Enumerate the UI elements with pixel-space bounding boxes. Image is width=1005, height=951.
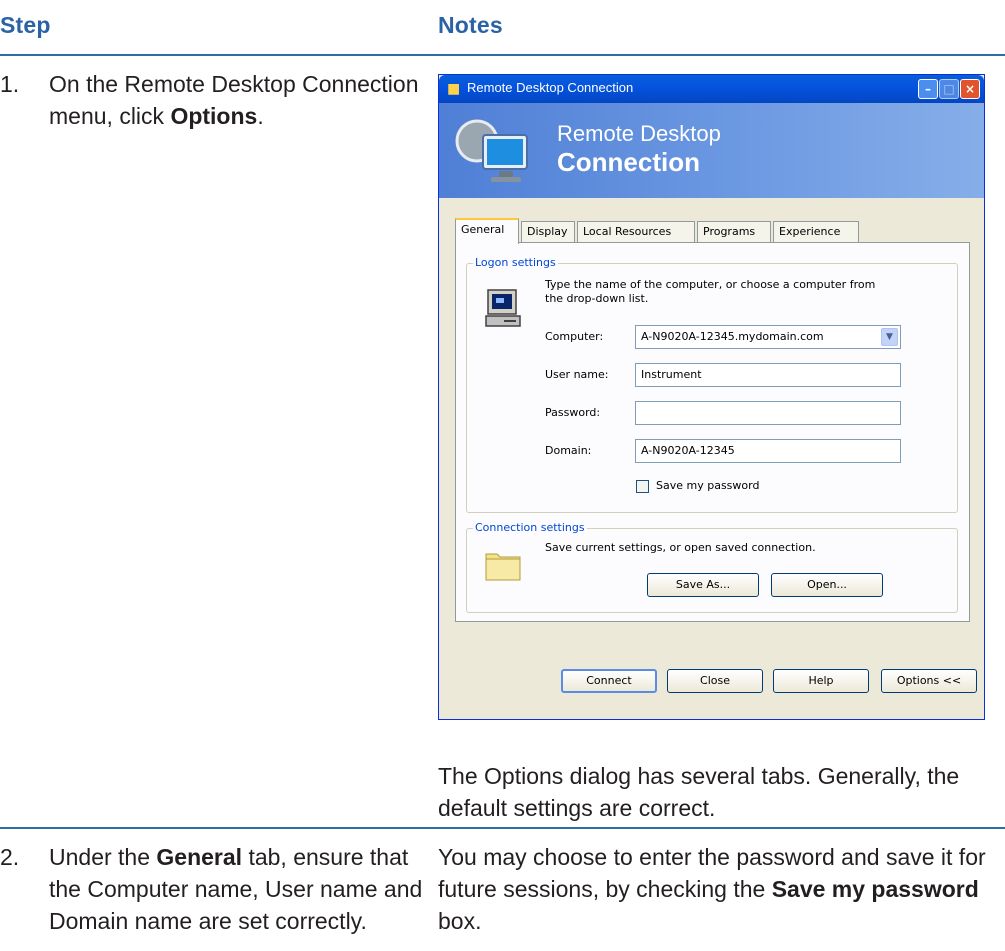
options-button[interactable]: Options << xyxy=(881,669,977,693)
maximize-icon: □ xyxy=(939,79,959,99)
step-2-bold: General xyxy=(156,844,243,870)
connection-description: Save current settings, or open saved con… xyxy=(545,541,816,554)
step-column-header: Step xyxy=(0,12,51,38)
open-button[interactable]: Open... xyxy=(771,573,883,597)
logon-description-line-2: the drop-down list. xyxy=(545,292,649,305)
step-2-text: Under the General tab, ensure that the C… xyxy=(49,844,423,934)
remote-desktop-logo-icon xyxy=(455,119,528,182)
general-tab-panel: Logon settings Type the name of the comp… xyxy=(455,242,970,622)
minimize-icon[interactable]: – xyxy=(918,79,938,99)
remote-desktop-icon: ■ xyxy=(447,81,461,97)
notes-2-bold: Save my password xyxy=(771,876,979,902)
logon-description-line-1: Type the name of the computer, or choose… xyxy=(545,278,876,291)
username-field[interactable]: Instrument xyxy=(635,363,901,387)
password-label: Password: xyxy=(545,406,601,419)
connection-settings-group: Connection settings Save current setting… xyxy=(466,521,958,613)
logon-settings-group: Logon settings Type the name of the comp… xyxy=(466,256,958,513)
password-field[interactable] xyxy=(635,401,901,425)
computer-icon xyxy=(485,289,521,327)
save-as-button[interactable]: Save As... xyxy=(647,573,759,597)
username-label: User name: xyxy=(545,368,609,381)
remote-desktop-dialog: ■ Remote Desktop Connection – □ × Remote… xyxy=(438,74,985,720)
step-1-bold: Options xyxy=(170,103,258,129)
domain-label: Domain: xyxy=(545,444,592,457)
step-2-number: 2. xyxy=(0,844,20,870)
computer-label: Computer: xyxy=(545,330,604,343)
step-1-number: 1. xyxy=(0,71,20,97)
step-1-text: On the Remote Desktop Connection menu, c… xyxy=(49,71,419,129)
notes-column-header: Notes xyxy=(438,12,503,38)
banner-line-1: Remote Desktop xyxy=(557,121,721,146)
logon-settings-title: Logon settings xyxy=(473,256,558,269)
save-password-label: Save my password xyxy=(656,479,760,492)
dialog-title: Remote Desktop Connection xyxy=(467,80,634,95)
dialog-titlebar: ■ Remote Desktop Connection – □ × xyxy=(439,75,984,103)
tab-general[interactable]: General xyxy=(455,218,519,244)
dialog-banner: Remote Desktop Connection xyxy=(439,103,984,198)
folder-icon xyxy=(485,553,521,581)
computer-value: A-N9020A-12345.mydomain.com xyxy=(641,330,824,343)
save-password-checkbox[interactable] xyxy=(636,480,649,493)
computer-combobox[interactable]: A-N9020A-12345.mydomain.com ▼ xyxy=(635,325,901,349)
tab-local-resources[interactable]: Local Resources xyxy=(577,221,695,243)
help-button[interactable]: Help xyxy=(773,669,869,693)
close-button[interactable]: Close xyxy=(667,669,763,693)
dropdown-arrow-icon[interactable]: ▼ xyxy=(881,328,898,346)
notes-2-text: You may choose to enter the password and… xyxy=(438,844,986,934)
tab-programs[interactable]: Programs xyxy=(697,221,771,243)
connect-button[interactable]: Connect xyxy=(561,669,657,693)
header-rule xyxy=(0,54,1005,56)
connection-settings-title: Connection settings xyxy=(473,521,587,534)
domain-field[interactable]: A-N9020A-12345 xyxy=(635,439,901,463)
notes-1-text: The Options dialog has several tabs. Gen… xyxy=(438,763,960,821)
row-divider xyxy=(0,827,1005,829)
close-icon[interactable]: × xyxy=(960,79,980,99)
tab-experience[interactable]: Experience xyxy=(773,221,859,243)
tab-display[interactable]: Display xyxy=(521,221,575,243)
banner-line-2: Connection xyxy=(557,147,700,177)
